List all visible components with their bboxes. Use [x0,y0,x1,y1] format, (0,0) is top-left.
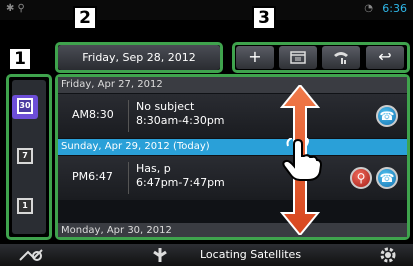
back-button[interactable]: ↩ [366,46,404,69]
event-time: PM6:47 [72,170,113,183]
day-header-today: Sunday, Apr 29, 2012 (Today) [58,139,407,155]
plus-icon: + [248,47,262,66]
day-header: Monday, Apr 30, 2012 [58,223,407,237]
callout-2: 2 [73,6,97,30]
day-calendar-icon: 1 [17,198,33,214]
phone-icon [334,52,348,64]
event-time-range: 8:30am-4:30pm [136,114,225,127]
month-view-button[interactable]: 30 [12,95,38,119]
event-row[interactable]: AM8:30 No subject 8:30am-4:30pm ☎ [58,94,407,138]
week-calendar-icon: 7 [17,148,33,164]
event-row[interactable]: PM6:47 Has, p 6:47pm-7:47pm ⚲ ☎ [58,156,407,200]
phone-icon: ☎ [379,109,395,123]
week-view-button[interactable]: 7 [12,145,38,169]
day-header: Friday, Apr 27, 2012 [58,77,407,93]
call-contact-button[interactable]: ☎ [376,167,398,189]
gps-icon [153,248,167,262]
call-button[interactable] [322,46,360,69]
event-list[interactable]: Friday, Apr 27, 2012 AM8:30 No subject 8… [58,77,407,237]
navigate-button[interactable]: ⚲ [350,167,372,189]
calendar-button[interactable] [279,46,317,69]
location-pin-icon: ⚲ [356,171,366,185]
notification-icon: ✱ ⚲ [6,3,25,14]
calendar-icon [290,51,306,64]
clock: 6:36 [382,2,407,15]
callout-1: 1 [8,47,32,71]
row-divider [128,162,129,194]
callout-3-line [263,29,265,43]
map-search-icon[interactable] [18,246,44,264]
status-bar: ✱ ⚲ ◔ 6:36 [0,0,413,20]
wifi-icon: ◔ [364,3,373,14]
day-view-button[interactable]: 1 [12,195,38,219]
gps-status-text: Locating Satellites [200,248,302,261]
event-subject: Has, p [136,162,171,175]
month-calendar-icon: 30 [17,98,33,114]
callout-3: 3 [252,6,276,30]
add-event-button[interactable]: + [236,46,274,69]
current-date-button[interactable]: Friday, Sep 28, 2012 [58,45,220,70]
phone-icon: ☎ [379,171,395,185]
callout-2-line [84,29,86,43]
hand-cursor-icon [282,138,323,181]
row-divider [128,100,129,132]
event-subject: No subject [136,100,195,113]
call-contact-button[interactable]: ☎ [376,105,398,127]
gear-icon[interactable] [378,245,398,265]
view-selector-panel: 30 7 1 [6,74,52,240]
event-time: AM8:30 [72,108,114,121]
back-arrow-icon: ↩ [378,47,392,66]
event-time-range: 6:47pm-7:47pm [136,176,225,189]
